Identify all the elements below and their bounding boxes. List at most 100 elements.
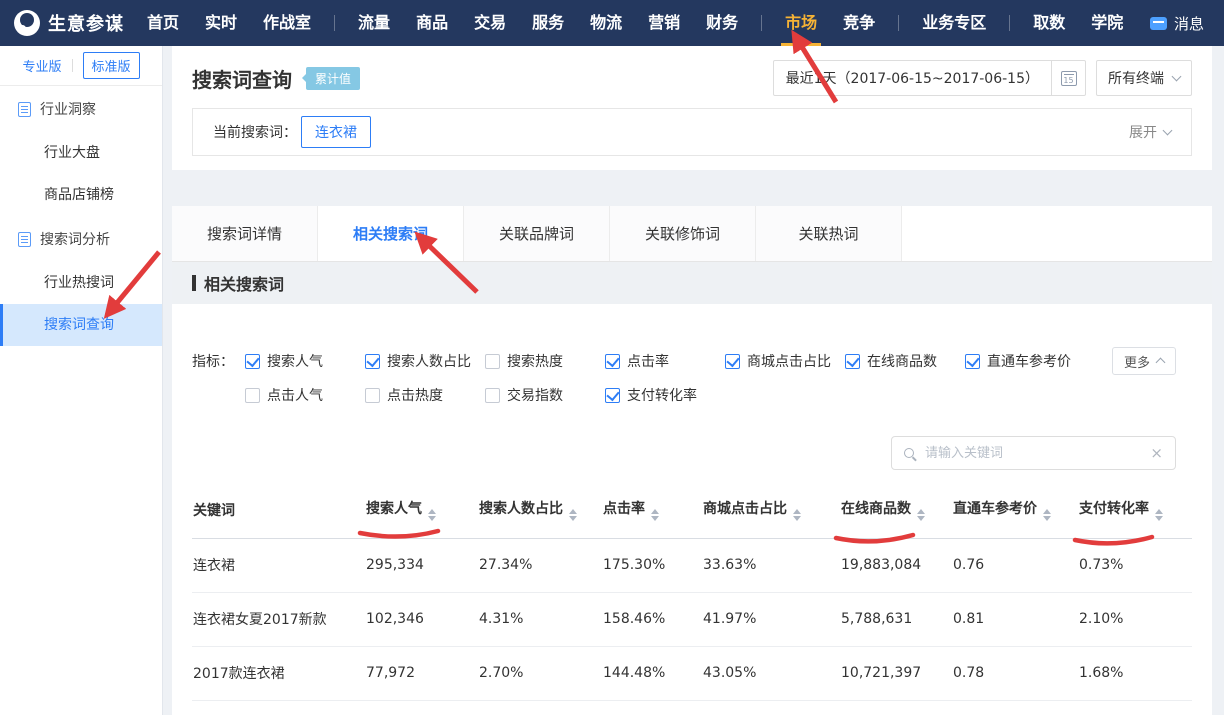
related-search-words-table: 关键词 搜索人气 搜索人数占比 点击率 商城点击占比 在线商品数 直通车参考价 … xyxy=(192,482,1192,701)
checkbox-unchecked-icon xyxy=(365,388,380,403)
nav-item-trade[interactable]: 交易 xyxy=(461,0,519,46)
tab-related-hot-words[interactable]: 关联热词 xyxy=(756,206,902,261)
metric-checkbox-search-user-ratio[interactable]: 搜索人数占比 xyxy=(365,351,485,371)
cell-value: 1.68% xyxy=(1078,646,1192,700)
brand-name: 生意参谋 xyxy=(48,10,124,36)
keyword-search-box: × xyxy=(891,436,1176,470)
nav-divider xyxy=(761,15,762,31)
cell-value: 27.34% xyxy=(478,538,602,592)
nav-item-traffic[interactable]: 流量 xyxy=(345,0,403,46)
section-marker xyxy=(192,275,196,291)
cell-value: 295,334 xyxy=(365,538,478,592)
title-row: 搜索词查询 累计值 最近1天（2017-06-15~2017-06-15） 15… xyxy=(192,60,1192,96)
search-input[interactable] xyxy=(923,445,1141,462)
report-icon xyxy=(18,232,31,247)
sidebar-item-industry-hot-words[interactable]: 行业热搜词 xyxy=(0,262,162,304)
cell-value: 2.70% xyxy=(478,646,602,700)
col-ztc-reference-price[interactable]: 直通车参考价 xyxy=(952,482,1078,538)
sort-icon[interactable] xyxy=(651,509,659,521)
nav-message[interactable]: 消息 xyxy=(1150,13,1224,34)
sort-icon[interactable] xyxy=(917,509,925,521)
cell-keyword: 连衣裙 xyxy=(192,538,365,592)
nav-item-marketing[interactable]: 营销 xyxy=(635,0,693,46)
sort-icon[interactable] xyxy=(1043,509,1051,521)
checkbox-checked-icon xyxy=(605,388,620,403)
calendar-button[interactable]: 15 xyxy=(1051,61,1085,95)
sort-icon[interactable] xyxy=(1155,509,1163,521)
metric-checkbox-payment-conversion[interactable]: 支付转化率 xyxy=(605,385,725,405)
tab-search-word-detail[interactable]: 搜索词详情 xyxy=(172,206,318,261)
nav-item-service[interactable]: 服务 xyxy=(519,0,577,46)
brand[interactable]: 生意参谋 xyxy=(0,10,134,36)
cell-value: 19,883,084 xyxy=(840,538,952,592)
version-tab-pro[interactable]: 专业版 xyxy=(22,56,61,75)
metric-checkbox-search-heat[interactable]: 搜索热度 xyxy=(485,351,605,371)
nav-item-competition[interactable]: 竞争 xyxy=(830,0,888,46)
nav-item-home[interactable]: 首页 xyxy=(134,0,192,46)
nav-item-market[interactable]: 市场 xyxy=(772,0,830,46)
nav-divider xyxy=(1009,15,1010,31)
sidebar-group-industry-insight: 行业洞察 xyxy=(0,86,162,132)
tab-related-modifier-words[interactable]: 关联修饰词 xyxy=(610,206,756,261)
date-range-picker[interactable]: 最近1天（2017-06-15~2017-06-15） 15 xyxy=(773,60,1086,96)
sidebar-group-search-word-analysis: 搜索词分析 xyxy=(0,216,162,262)
chevron-down-icon xyxy=(1172,72,1182,82)
cell-keyword-link[interactable]: 2017款连衣裙 xyxy=(192,646,365,700)
col-online-products[interactable]: 在线商品数 xyxy=(840,482,952,538)
nav-item-business-zone[interactable]: 业务专区 xyxy=(909,0,999,46)
version-tab-standard[interactable]: 标准版 xyxy=(83,52,140,79)
nav-item-data-fetch[interactable]: 取数 xyxy=(1020,0,1078,46)
checkbox-checked-icon xyxy=(725,354,740,369)
checkbox-unchecked-icon xyxy=(485,354,500,369)
cell-keyword-link[interactable]: 连衣裙女夏2017新款 xyxy=(192,592,365,646)
more-button[interactable]: 更多 xyxy=(1112,347,1176,375)
current-search-word-label: 当前搜索词： xyxy=(213,122,297,142)
sort-icon[interactable] xyxy=(793,509,801,521)
nav-item-logistics[interactable]: 物流 xyxy=(577,0,635,46)
sort-icon[interactable] xyxy=(569,509,577,521)
keyword-chip[interactable]: 连衣裙 xyxy=(301,116,371,148)
terminal-select[interactable]: 所有终端 xyxy=(1096,60,1192,96)
clear-icon[interactable]: × xyxy=(1150,446,1163,461)
nav-item-product[interactable]: 商品 xyxy=(403,0,461,46)
current-search-word-bar: 当前搜索词： 连衣裙 展开 xyxy=(192,108,1192,156)
nav-item-academy[interactable]: 学院 xyxy=(1078,0,1136,46)
expand-toggle[interactable]: 展开 xyxy=(1129,122,1171,142)
nav-item-finance[interactable]: 财务 xyxy=(693,0,751,46)
metric-checkbox-click-heat[interactable]: 点击热度 xyxy=(365,385,485,405)
tab-related-brand-words[interactable]: 关联品牌词 xyxy=(464,206,610,261)
metrics-panel: 指标： 搜索人气 搜索人数占比 搜索热度 点击 xyxy=(172,304,1212,408)
metric-checkbox-ztc-reference-price[interactable]: 直通车参考价 xyxy=(965,351,1085,371)
col-search-user-ratio[interactable]: 搜索人数占比 xyxy=(478,482,602,538)
col-payment-conversion[interactable]: 支付转化率 xyxy=(1078,482,1192,538)
chevron-down-icon xyxy=(1163,126,1173,136)
metric-checkbox-click-popularity[interactable]: 点击人气 xyxy=(245,385,365,405)
page: 生意参谋 首页 实时 作战室 流量 商品 交易 服务 物流 营销 财务 市场 竞… xyxy=(0,0,1224,715)
col-mall-click-ratio[interactable]: 商城点击占比 xyxy=(702,482,840,538)
cell-value: 10,721,397 xyxy=(840,646,952,700)
metric-checkbox-trade-index[interactable]: 交易指数 xyxy=(485,385,605,405)
checkbox-checked-icon xyxy=(605,354,620,369)
col-click-rate[interactable]: 点击率 xyxy=(602,482,702,538)
nav-item-warroom[interactable]: 作战室 xyxy=(250,0,324,46)
metric-checkbox-search-popularity[interactable]: 搜索人气 xyxy=(245,351,365,371)
sidebar-item-product-shop-rank[interactable]: 商品店铺榜 xyxy=(0,174,162,216)
cell-value: 4.31% xyxy=(478,592,602,646)
tab-related-search-words[interactable]: 相关搜索词 xyxy=(318,206,464,261)
table-header-row: 关键词 搜索人气 搜索人数占比 点击率 商城点击占比 在线商品数 直通车参考价 … xyxy=(192,482,1192,538)
sidebar-item-search-word-query[interactable]: 搜索词查询 xyxy=(0,304,162,346)
col-search-popularity[interactable]: 搜索人气 xyxy=(365,482,478,538)
header-controls: 最近1天（2017-06-15~2017-06-15） 15 所有终端 xyxy=(773,60,1192,96)
cell-value: 2.10% xyxy=(1078,592,1192,646)
sidebar-item-industry-overview[interactable]: 行业大盘 xyxy=(0,132,162,174)
metric-checkbox-mall-click-ratio[interactable]: 商城点击占比 xyxy=(725,351,845,371)
sidebar-group-label: 搜索词分析 xyxy=(40,229,110,249)
checkbox-checked-icon xyxy=(245,354,260,369)
sort-icon[interactable] xyxy=(428,509,436,521)
col-keyword: 关键词 xyxy=(192,482,365,538)
metric-checkbox-click-rate[interactable]: 点击率 xyxy=(605,351,725,371)
nav-item-realtime[interactable]: 实时 xyxy=(192,0,250,46)
page-title: 搜索词查询 xyxy=(192,64,292,93)
metric-checkbox-online-products[interactable]: 在线商品数 xyxy=(845,351,965,371)
nav-divider xyxy=(898,15,899,31)
